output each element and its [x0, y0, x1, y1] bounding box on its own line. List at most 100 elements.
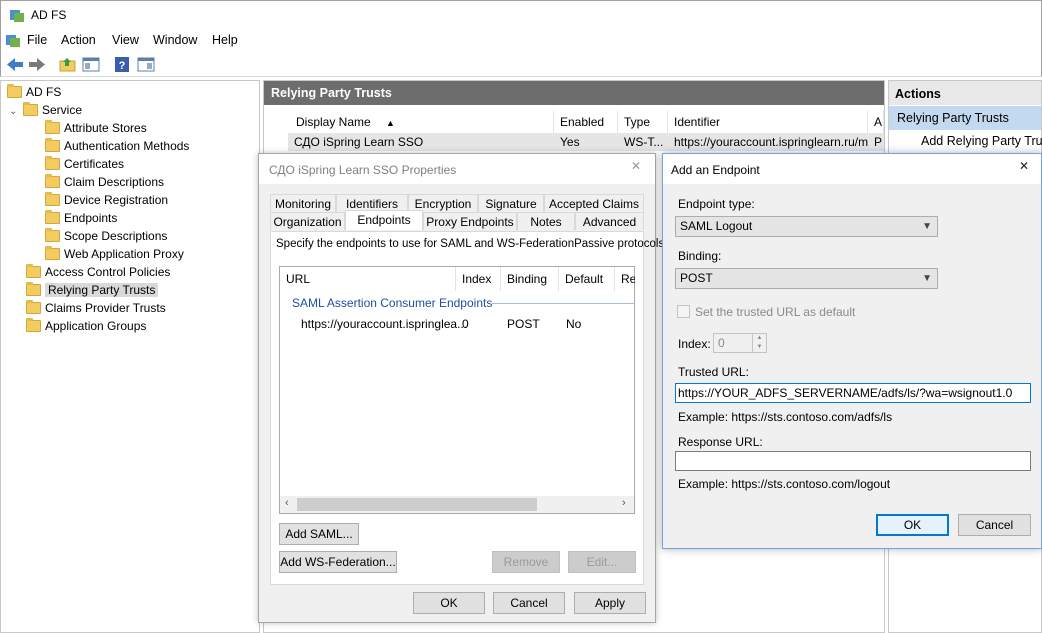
trusted-url-label: Trusted URL:: [678, 365, 749, 379]
trusted-url-input[interactable]: https://YOUR_ADFS_SERVERNAME/adfs/ls/?wa…: [675, 383, 1031, 403]
remove-button[interactable]: Remove: [492, 551, 560, 573]
list-column-default[interactable]: Default: [559, 267, 615, 291]
tree-item-relying-party-trusts[interactable]: Relying Party Trusts: [26, 281, 159, 299]
mmc-console-icon[interactable]: [5, 32, 21, 48]
tree-item-web-application-proxy[interactable]: Web Application Proxy: [45, 245, 184, 263]
tree-item-access-control-policies[interactable]: Access Control Policies: [26, 263, 170, 281]
back-arrow-icon[interactable]: [5, 55, 25, 74]
folder-icon: [45, 138, 60, 152]
chevron-down-icon: ▼: [922, 273, 932, 284]
folder-icon: [45, 174, 60, 188]
list-column-url[interactable]: URL: [280, 267, 456, 291]
add-endpoint-dialog: Add an Endpoint ✕ Endpoint type: SAML Lo…: [662, 153, 1042, 549]
tree-item-authentication-methods[interactable]: Authentication Methods: [45, 137, 189, 155]
menu-file[interactable]: File: [27, 33, 47, 47]
cancel-button[interactable]: Cancel: [958, 514, 1031, 536]
endpoint-row-binding[interactable]: POST: [507, 317, 540, 331]
tab-notes[interactable]: Notes: [517, 212, 575, 230]
forward-arrow-icon[interactable]: [27, 55, 47, 74]
scroll-right-icon[interactable]: ›: [622, 497, 626, 509]
column-type[interactable]: Type: [618, 111, 668, 133]
svg-text:?: ?: [119, 60, 126, 72]
apply-button[interactable]: Apply: [574, 592, 646, 614]
add-saml-button[interactable]: Add SAML...: [279, 523, 359, 545]
spin-buttons[interactable]: ▲ ▼: [752, 334, 766, 352]
endpoint-row-url[interactable]: https://youraccount.ispringlea...: [301, 317, 467, 331]
close-icon[interactable]: ✕: [1019, 159, 1029, 173]
tree-item-attribute-stores[interactable]: Attribute Stores: [45, 119, 147, 137]
action-add-relying-party-trust[interactable]: Add Relying Party Trust...: [921, 134, 1042, 148]
endpoint-row-index[interactable]: 0: [462, 317, 469, 331]
tab-signature[interactable]: Signature: [478, 194, 544, 212]
binding-select[interactable]: POST ▼: [675, 268, 938, 289]
index-value: 0: [718, 336, 725, 350]
response-url-input[interactable]: [675, 451, 1031, 471]
window-title: AD FS: [31, 8, 67, 22]
show-hide-action-pane-icon[interactable]: [136, 55, 156, 74]
folder-icon: [45, 246, 60, 260]
row-extra[interactable]: P: [868, 133, 884, 151]
endpoint-type-select[interactable]: SAML Logout ▼: [675, 216, 938, 237]
ok-button[interactable]: OK: [413, 592, 485, 614]
menu-help[interactable]: Help: [212, 33, 238, 47]
row-identifier[interactable]: https://youraccount.ispringlearn.ru/m...: [668, 133, 868, 151]
ok-button[interactable]: OK: [876, 514, 949, 536]
response-url-label: Response URL:: [678, 435, 763, 449]
show-hide-tree-icon[interactable]: [81, 55, 101, 74]
add-ws-federation-button[interactable]: Add WS-Federation...: [279, 551, 397, 573]
tree-item-claim-descriptions[interactable]: Claim Descriptions: [45, 173, 164, 191]
column-enabled[interactable]: Enabled: [554, 111, 618, 133]
tree-item-claims-provider-trusts[interactable]: Claims Provider Trusts: [26, 299, 166, 317]
window-title-bar: AD FS: [0, 0, 1042, 28]
tab-accepted-claims[interactable]: Accepted Claims: [544, 194, 644, 212]
column-extra[interactable]: A: [868, 111, 884, 133]
scrollbar-thumb[interactable]: [297, 498, 537, 511]
close-icon[interactable]: ✕: [631, 159, 641, 173]
endpoint-row-default[interactable]: No: [566, 317, 581, 331]
actions-section-relying-party-trusts[interactable]: Relying Party Trusts: [889, 106, 1041, 130]
endpoint-type-label: Endpoint type:: [678, 197, 755, 211]
actions-header: Actions: [889, 81, 1041, 105]
menu-window[interactable]: Window: [153, 33, 197, 47]
binding-label: Binding:: [678, 249, 722, 263]
scroll-left-icon[interactable]: ‹: [285, 497, 289, 509]
endpoints-description: Specify the endpoints to use for SAML an…: [276, 238, 668, 250]
tree-item-certificates[interactable]: Certificates: [45, 155, 124, 173]
tree-item-service[interactable]: ⌄ Service: [9, 101, 82, 119]
tab-proxy-endpoints[interactable]: Proxy Endpoints: [423, 212, 517, 230]
row-enabled[interactable]: Yes: [554, 133, 618, 151]
list-column-response[interactable]: Re: [615, 267, 635, 291]
row-type[interactable]: WS-T...: [618, 133, 668, 151]
add-endpoint-title: Add an Endpoint: [671, 163, 760, 177]
index-label: Index:: [678, 337, 711, 351]
chevron-down-icon[interactable]: ⌄: [9, 103, 23, 121]
tab-monitoring[interactable]: Monitoring: [270, 194, 336, 212]
up-folder-icon[interactable]: [58, 55, 78, 74]
row-display-name[interactable]: СДО iSpring Learn SSO: [288, 133, 554, 151]
default-url-checkbox[interactable]: [677, 305, 690, 318]
list-column-index[interactable]: Index: [456, 267, 501, 291]
tab-advanced[interactable]: Advanced: [575, 212, 644, 230]
tree-item-application-groups[interactable]: Application Groups: [26, 317, 146, 335]
tree-item-endpoints[interactable]: Endpoints: [45, 209, 117, 227]
tab-endpoints[interactable]: Endpoints: [345, 210, 423, 230]
tab-organization[interactable]: Organization: [270, 212, 345, 230]
menu-view[interactable]: View: [112, 33, 139, 47]
endpoints-list[interactable]: URL Index Binding Default Re SAML Assert…: [279, 266, 635, 514]
tree-item-device-registration[interactable]: Device Registration: [45, 191, 168, 209]
cancel-button[interactable]: Cancel: [493, 592, 565, 614]
help-icon[interactable]: ?: [112, 55, 132, 74]
properties-dialog-title: СДО iSpring Learn SSO Properties: [269, 163, 457, 177]
column-identifier[interactable]: Identifier: [668, 111, 868, 133]
list-column-binding[interactable]: Binding: [501, 267, 559, 291]
folder-icon: [45, 228, 60, 242]
horizontal-scrollbar[interactable]: ‹ ›: [280, 496, 634, 513]
index-stepper[interactable]: 0 ▲ ▼: [713, 333, 767, 353]
tree-item-adfs[interactable]: AD FS: [7, 83, 61, 101]
edit-button[interactable]: Edit...: [568, 551, 636, 573]
column-display-name[interactable]: Display Name ▲: [290, 111, 554, 133]
tree-item-scope-descriptions[interactable]: Scope Descriptions: [45, 227, 167, 245]
menu-action[interactable]: Action: [61, 33, 96, 47]
folder-icon: [23, 102, 38, 116]
endpoints-tab-panel: Specify the endpoints to use for SAML an…: [270, 231, 667, 585]
